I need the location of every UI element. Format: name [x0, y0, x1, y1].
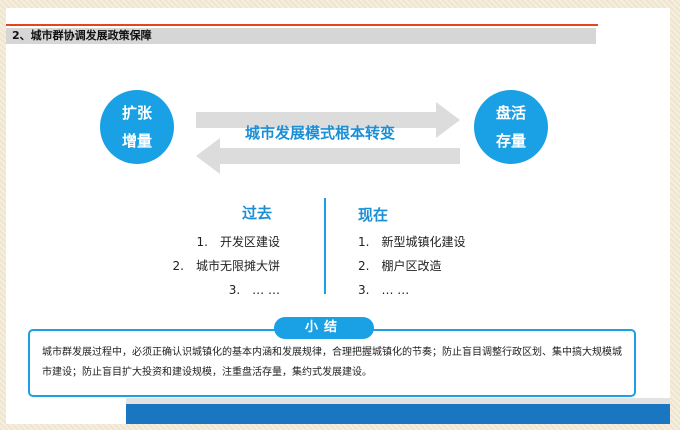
circle-expand-increment: 扩张 增量 [100, 90, 174, 164]
title-accent-line [6, 24, 598, 26]
summary-text: 城市群发展过程中，必须正确认识城镇化的基本内涵和发展规律，合理把握城镇化的节奏；… [42, 347, 622, 378]
list-item: 3.… … [358, 283, 410, 297]
circle-left-line-2: 增量 [121, 132, 152, 150]
slide-title: 2、城市群协调发展政策保障 [12, 29, 152, 42]
list-item: 1. 新型城镇化建设 [358, 235, 466, 249]
slide-frame: 2、城市群协调发展政策保障 扩张 增量 盘活 存量 城市发展模式根本转变 过去 … [0, 0, 680, 430]
circle-revitalize-stock: 盘活 存量 [474, 90, 548, 164]
title-bar: 2、城市群协调发展政策保障 [6, 28, 596, 44]
circle-right-line-1: 盘活 [495, 104, 526, 122]
summary-tag: 小结 [274, 317, 374, 339]
past-list: 1. 开发区建设 2. 城市无限摊大饼 3.… … [156, 230, 280, 302]
past-heading: 过去 [242, 204, 273, 222]
list-item: 2. 棚户区改造 [358, 259, 442, 273]
circle-right-line-2: 存量 [495, 132, 526, 150]
circle-left-line-1: 扩张 [121, 104, 152, 122]
vertical-divider [324, 198, 326, 294]
footer-blue-bar [126, 404, 670, 424]
now-list: 1. 新型城镇化建设 2. 棚户区改造 3.… … [358, 230, 465, 302]
slide: 2、城市群协调发展政策保障 扩张 增量 盘活 存量 城市发展模式根本转变 过去 … [6, 8, 670, 424]
list-item: 2. 城市无限摊大饼 [172, 259, 280, 273]
summary-box: 城市群发展过程中，必须正确认识城镇化的基本内涵和发展规律，合理把握城镇化的节奏；… [28, 329, 636, 397]
mode-shift-text: 城市发展模式根本转变 [244, 124, 395, 142]
now-heading: 现在 [358, 206, 389, 224]
list-item: 3.… … [228, 283, 280, 297]
arrow-left-icon [196, 138, 460, 174]
list-item: 1. 开发区建设 [196, 235, 280, 249]
